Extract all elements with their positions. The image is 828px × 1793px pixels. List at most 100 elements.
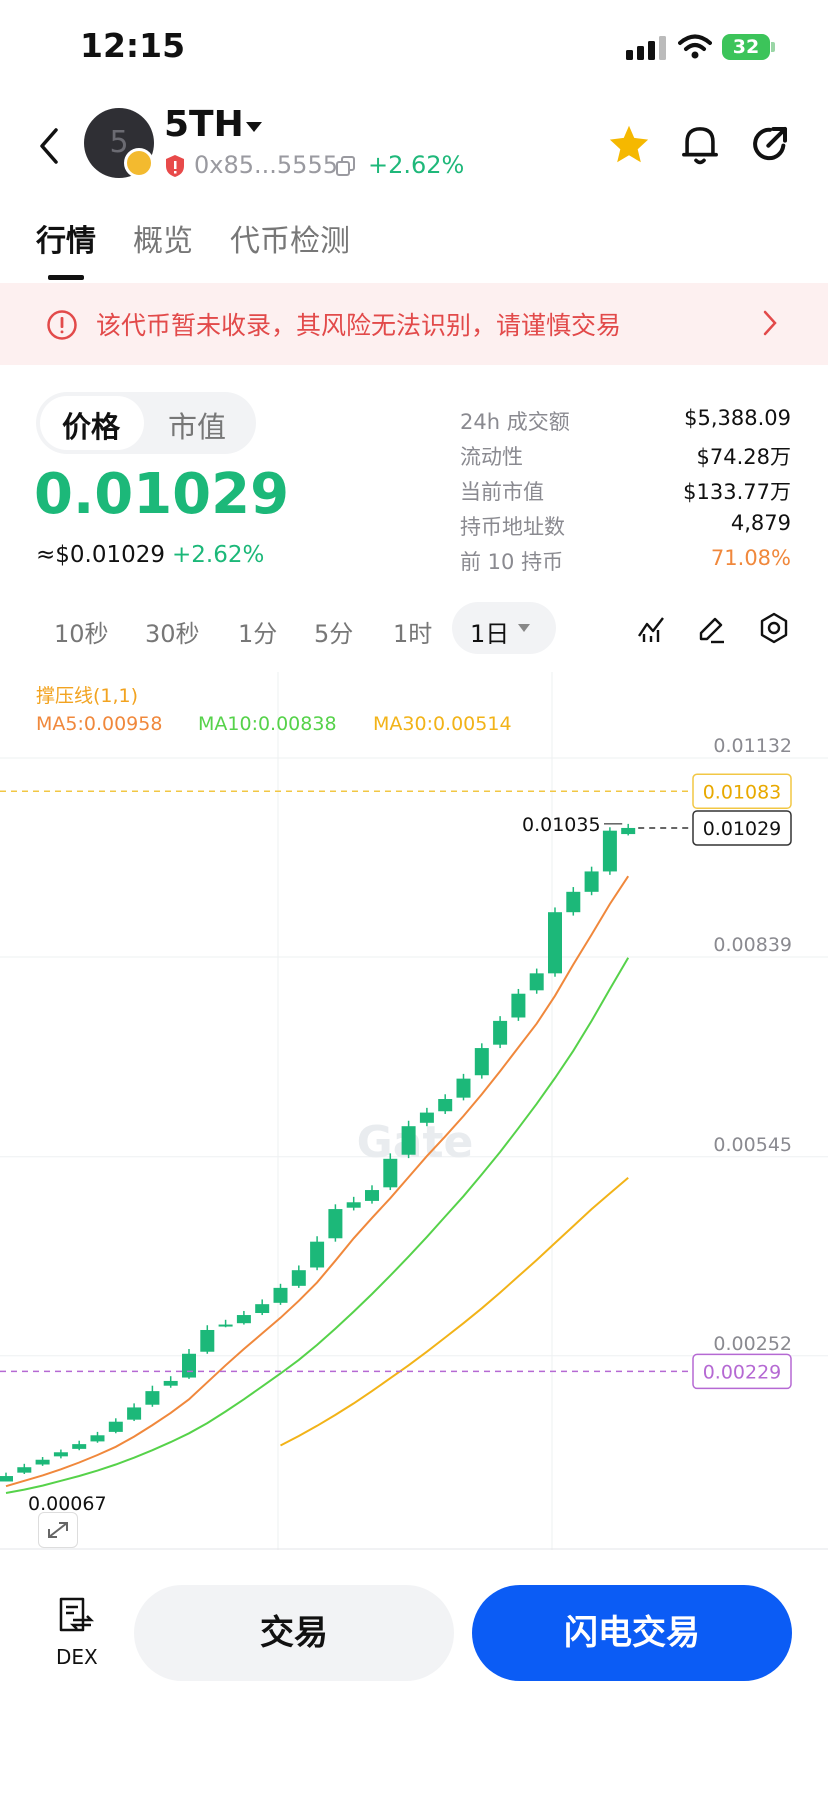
ma5-line — [5, 875, 630, 1488]
toggle-market-cap[interactable]: 市值 — [168, 404, 226, 446]
candle-body — [401, 1126, 416, 1155]
candle-body — [90, 1435, 105, 1442]
candle-body — [602, 830, 617, 872]
timeframe-1m[interactable]: 1分 — [238, 614, 277, 649]
candle-body — [346, 1202, 361, 1208]
candle-body — [35, 1459, 50, 1465]
candle-body — [584, 871, 599, 892]
y-tick-label: 0.00839 — [713, 934, 792, 956]
info-icon — [47, 310, 77, 340]
candle-body — [255, 1304, 270, 1314]
draw-pen-icon[interactable] — [696, 614, 726, 644]
moving-average-lines — [5, 875, 630, 1494]
candlestick-chart[interactable]: Gate 0.010830.002290.010290.010350.00067… — [0, 672, 828, 1554]
stat-holders-label: 持币地址数 — [460, 515, 565, 539]
candle-body — [200, 1329, 215, 1352]
candles — [0, 823, 636, 1482]
timeframe-1h[interactable]: 1时 — [393, 614, 432, 649]
settings-icon[interactable] — [758, 612, 790, 644]
caret-down-icon[interactable] — [245, 121, 263, 133]
candle-body — [108, 1421, 123, 1432]
timeframe-30s[interactable]: 30秒 — [145, 614, 200, 649]
usd-price: ≈$0.01029 — [36, 542, 166, 568]
candle-body — [218, 1324, 233, 1327]
candle-body — [419, 1112, 434, 1123]
tab-overview[interactable]: 概览 — [133, 216, 193, 260]
bnb-chain-icon — [124, 148, 154, 178]
timeframe-10s[interactable]: 10秒 — [54, 614, 109, 649]
candle-body — [273, 1287, 288, 1303]
bell-icon[interactable] — [680, 124, 720, 166]
stat-mcap-label: 当前市值 — [460, 480, 544, 504]
y-tick-label: 0.00252 — [713, 1333, 792, 1355]
ma10-line — [5, 957, 630, 1494]
high-marker-label: 0.01035 — [522, 814, 601, 836]
share-icon[interactable] — [750, 124, 790, 164]
chevron-right-icon[interactable] — [762, 310, 778, 336]
wifi-icon — [678, 34, 712, 59]
candle-body — [438, 1099, 453, 1112]
stat-top10-value: 71.08% — [710, 546, 791, 570]
risk-shield-icon — [166, 155, 184, 177]
stat-volume-label: 24h 成交额 — [460, 410, 570, 434]
token-name: 5TH — [164, 104, 244, 145]
candle-body — [53, 1452, 68, 1457]
candle-body — [182, 1353, 196, 1378]
candle-body — [0, 1476, 13, 1482]
signal-icon — [626, 36, 666, 60]
y-tick-label: 0.00545 — [713, 1134, 792, 1156]
candle-body — [456, 1078, 471, 1098]
battery-tip — [771, 42, 775, 52]
current-price-level-value: 0.01029 — [703, 818, 782, 840]
candle-body — [236, 1315, 251, 1324]
tab-market[interactable]: 行情 — [36, 216, 96, 260]
candle-body — [291, 1270, 306, 1286]
risk-warning-text: 该代币暂未收录，其风险无法识别，请谨慎交易 — [96, 311, 622, 340]
candle-body — [383, 1158, 398, 1188]
trade-button[interactable]: 交易 — [134, 1585, 454, 1681]
caret-down-icon — [518, 624, 530, 632]
dex-label: DEX — [56, 1645, 98, 1669]
dex-icon[interactable] — [56, 1596, 96, 1634]
active-tab-indicator — [48, 275, 84, 280]
legend-ma10: MA10:0.00838 — [198, 713, 337, 735]
stat-liquidity-value: $74.28万 — [696, 445, 791, 469]
candle-body — [163, 1380, 178, 1386]
chart-canvas[interactable]: Gate 0.010830.002290.010290.010350.00067… — [0, 672, 828, 1550]
candle-body — [621, 827, 636, 835]
y-tick-label: 0.01132 — [713, 735, 792, 757]
flash-trade-button[interactable]: 闪电交易 — [472, 1585, 792, 1681]
stat-liquidity-label: 流动性 — [460, 445, 523, 469]
candle-body — [328, 1209, 343, 1239]
stat-top10-label: 前 10 持币 — [460, 550, 564, 574]
timeframe-5m[interactable]: 5分 — [314, 614, 353, 649]
candle-body — [145, 1391, 160, 1405]
timeframe-1d: 1日 — [470, 620, 510, 648]
back-arrow-icon[interactable] — [36, 126, 62, 166]
candle-body — [493, 1020, 508, 1045]
expand-chart-button[interactable] — [38, 1512, 78, 1548]
candle-body — [529, 973, 544, 991]
stat-volume-value: $5,388.09 — [684, 406, 791, 430]
candle-body — [566, 891, 581, 913]
indicator-icon[interactable] — [636, 614, 666, 644]
price-change: +2.62% — [172, 542, 265, 568]
current-price: 0.01029 — [34, 462, 290, 527]
stat-mcap-value: $133.77万 — [683, 480, 791, 504]
status-time: 12:15 — [80, 26, 186, 65]
support-level-value: 0.00229 — [703, 1361, 782, 1383]
resistance-level-value: 0.01083 — [703, 781, 782, 803]
battery-indicator: 32 — [722, 34, 770, 60]
candle-body — [310, 1241, 325, 1268]
expand-icon — [48, 1522, 68, 1538]
candle-body — [17, 1467, 32, 1473]
candle-body — [365, 1190, 379, 1201]
copy-icon[interactable] — [336, 156, 356, 176]
toggle-price[interactable]: 价格 — [62, 404, 120, 446]
legend-ma5: MA5:0.00958 — [36, 713, 162, 735]
candle-body — [511, 993, 526, 1018]
stat-holders-value: 4,879 — [730, 511, 791, 535]
star-icon[interactable] — [608, 124, 650, 164]
legend-indicator: 撑压线(1,1) — [36, 685, 138, 707]
tab-token-check[interactable]: 代币检测 — [230, 216, 350, 260]
